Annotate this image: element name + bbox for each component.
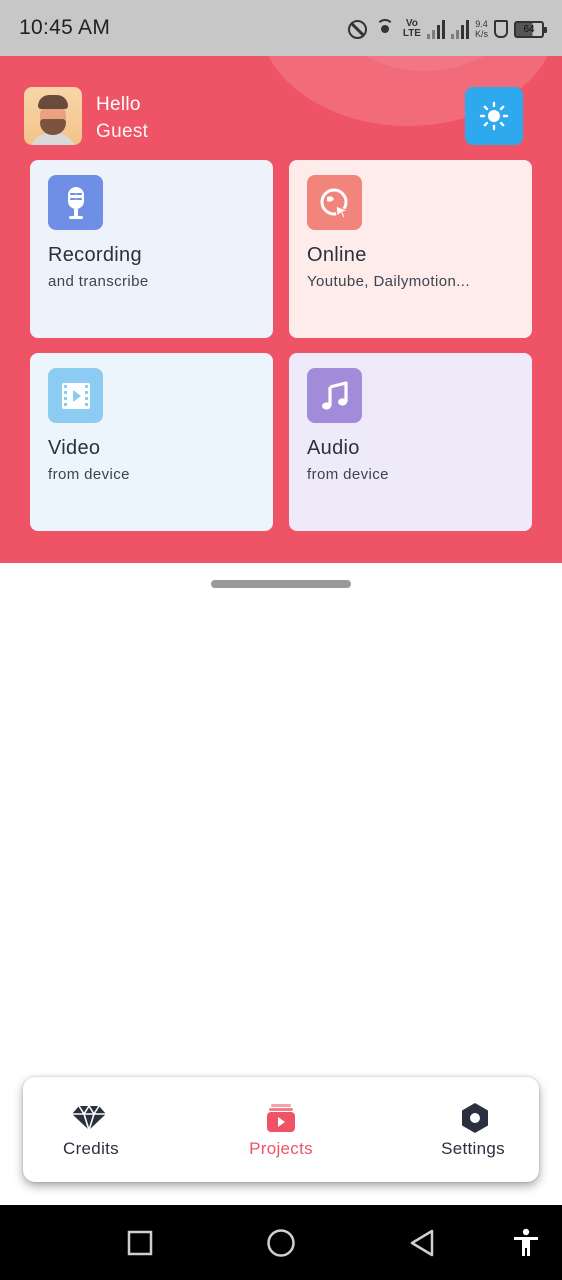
card-online[interactable]: Online Youtube, Dailymotion...	[289, 160, 532, 338]
hero-panel: Hello Guest Recording and transcribe Onl…	[0, 56, 562, 563]
card-video[interactable]: Video from device	[30, 353, 273, 531]
speed-unit: K/s	[474, 29, 488, 39]
card-title: Video	[48, 437, 101, 459]
system-nav-bar	[0, 1205, 562, 1280]
flask-icon	[494, 20, 508, 38]
card-audio[interactable]: Audio from device	[289, 353, 532, 531]
nav-item-settings[interactable]: Settings	[367, 1077, 539, 1182]
video-file-icon	[61, 382, 90, 409]
card-icon-box	[48, 175, 103, 230]
card-title: Audio	[307, 437, 360, 459]
nav-label: Projects	[249, 1139, 313, 1158]
signal-icon	[450, 19, 469, 39]
dnd-icon	[347, 19, 367, 39]
triangle-back-icon	[410, 1229, 434, 1257]
signal-icon	[426, 19, 445, 39]
card-icon-box	[307, 368, 362, 423]
diamond-icon	[69, 1103, 109, 1133]
card-title: Recording	[48, 244, 142, 266]
status-bar: 10:45 AM Vo LTE 9.4 K/s 64	[0, 0, 562, 56]
projects-icon	[261, 1103, 301, 1133]
music-note-icon	[321, 380, 348, 410]
card-subtitle: from device	[307, 466, 389, 483]
card-subtitle: from device	[48, 466, 130, 483]
status-time: 10:45 AM	[19, 16, 111, 39]
nav-label: Settings	[441, 1139, 505, 1158]
home-button[interactable]	[265, 1227, 297, 1259]
accessibility-icon	[514, 1228, 538, 1256]
battery-icon: 64	[514, 20, 547, 38]
nav-item-projects[interactable]: Projects	[195, 1077, 367, 1182]
theme-toggle-button[interactable]	[465, 87, 523, 145]
sheet-drag-handle[interactable]	[211, 580, 351, 588]
back-button[interactable]	[406, 1227, 438, 1259]
nav-item-credits[interactable]: Credits	[23, 1077, 195, 1182]
card-recording[interactable]: Recording and transcribe	[30, 160, 273, 338]
user-name: Guest	[96, 121, 149, 142]
volte-icon: Vo LTE	[403, 19, 421, 39]
square-icon	[127, 1230, 153, 1256]
circle-icon	[267, 1229, 295, 1257]
microphone-icon	[67, 186, 84, 219]
sun-icon	[479, 101, 509, 131]
recent-apps-button[interactable]	[124, 1227, 156, 1259]
greeting: Hello Guest	[96, 91, 148, 145]
greeting-text: Hello	[96, 94, 141, 115]
card-subtitle: and transcribe	[48, 273, 149, 290]
wifi-icon	[373, 19, 397, 39]
accessibility-button[interactable]	[510, 1227, 542, 1259]
status-icons: Vo LTE 9.4 K/s 64	[347, 14, 547, 44]
card-icon-box	[48, 368, 103, 423]
hexagon-settings-icon	[455, 1103, 495, 1133]
avatar[interactable]	[24, 87, 82, 145]
volte-bottom: LTE	[402, 28, 421, 39]
bottom-nav: Credits Projects Settings	[23, 1077, 539, 1182]
card-icon-box	[307, 175, 362, 230]
nav-label: Credits	[63, 1139, 119, 1158]
network-speed: 9.4 K/s	[475, 19, 488, 39]
globe-cursor-icon	[320, 188, 350, 219]
card-subtitle: Youtube, Dailymotion...	[307, 273, 470, 290]
speed-value: 9.4	[475, 19, 488, 29]
card-title: Online	[307, 244, 367, 266]
